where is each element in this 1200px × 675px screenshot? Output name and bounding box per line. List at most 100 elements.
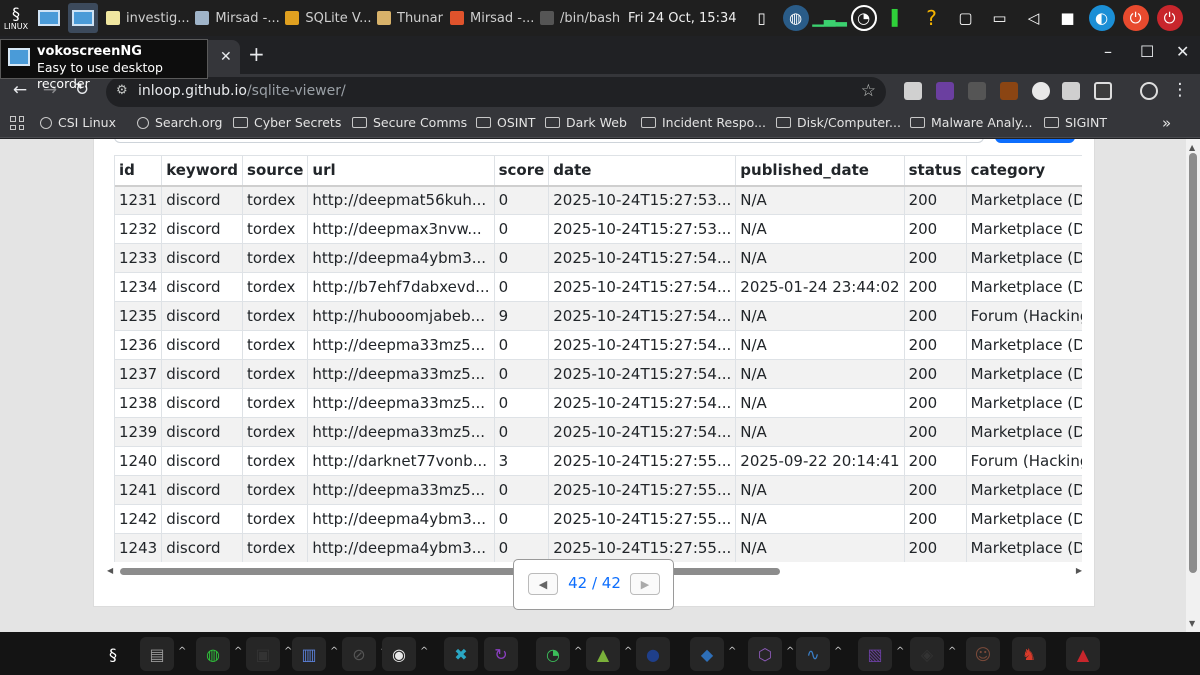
- table-row[interactable]: 1237 discord tordex http://deepma33mz5... 0 2…: [115, 359, 1082, 389]
- bookmark-item[interactable]: OSINT: [476, 115, 535, 130]
- expand-caret-icon[interactable]: ^: [178, 646, 186, 657]
- results-table-container[interactable]: id keyword source url score date published_dat…: [114, 155, 1082, 562]
- hex-editor-icon[interactable]: ▧: [858, 637, 892, 671]
- expand-caret-icon[interactable]: ^: [728, 646, 736, 657]
- bookmark-item[interactable]: Search.org: [137, 115, 222, 130]
- taskbar-window[interactable]: Mirsad -...: [189, 2, 279, 34]
- expand-caret-icon[interactable]: ^: [896, 646, 904, 657]
- table-row[interactable]: 1234 discord tordex http://b7ehf7dabxevd...…: [115, 272, 1082, 302]
- new-tab-icon[interactable]: +: [248, 42, 265, 66]
- close-icon[interactable]: ✕: [220, 49, 232, 65]
- bookmark-item[interactable]: Incident Respo...: [641, 115, 766, 130]
- column-header[interactable]: url: [307, 155, 495, 187]
- dragon-icon[interactable]: ♞: [1012, 637, 1046, 671]
- hunter-extension-icon[interactable]: [1000, 82, 1018, 100]
- back-icon[interactable]: ←: [8, 80, 32, 100]
- expand-caret-icon[interactable]: ^: [786, 646, 794, 657]
- profile-icon[interactable]: [1140, 82, 1158, 100]
- avatar-icon[interactable]: ☺: [966, 637, 1000, 671]
- table-row[interactable]: 1242 discord tordex http://deepma4ybm3... 0 2…: [115, 504, 1082, 534]
- column-header[interactable]: date: [548, 155, 737, 187]
- text-editor-icon[interactable]: ▥: [292, 637, 326, 671]
- table-row[interactable]: 1239 discord tordex http://deepma33mz5... 0 2…: [115, 417, 1082, 447]
- scroll-right-icon[interactable]: ▶: [1076, 566, 1082, 575]
- column-header[interactable]: keyword: [161, 155, 244, 187]
- calculator-extension-icon[interactable]: [1062, 82, 1080, 100]
- screen-recorder-launcher[interactable]: [68, 3, 98, 33]
- graduation-cap-icon[interactable]: ▲: [1066, 637, 1100, 671]
- menu-kebab-icon[interactable]: ⋮: [1168, 80, 1192, 100]
- bookmark-item[interactable]: SIGINT: [1044, 115, 1107, 130]
- table-row[interactable]: 1233 discord tordex http://deepma4ybm3... 0 2…: [115, 243, 1082, 273]
- clock[interactable]: Fri 24 Oct, 15:34: [620, 11, 745, 26]
- taskbar-window[interactable]: /bin/bash: [534, 2, 620, 34]
- maltego-icon[interactable]: ⬡: [748, 637, 782, 671]
- close-window-icon[interactable]: ✕: [1176, 42, 1189, 61]
- show-desktop-launcher[interactable]: [34, 3, 64, 33]
- sync-icon[interactable]: ↻: [484, 637, 518, 671]
- bookmark-item[interactable]: Malware Analy...: [910, 115, 1032, 130]
- column-header[interactable]: score: [494, 155, 550, 187]
- scroll-up-icon[interactable]: ▲: [1189, 143, 1195, 152]
- terminal-icon[interactable]: ▣: [246, 637, 280, 671]
- column-header[interactable]: source: [242, 155, 309, 187]
- volume-icon[interactable]: ◁: [1021, 5, 1047, 31]
- expand-caret-icon[interactable]: ^: [330, 646, 338, 657]
- query-input[interactable]: [114, 139, 984, 143]
- table-row[interactable]: 1240 discord tordex http://darknet77vonb...…: [115, 446, 1082, 476]
- expand-caret-icon[interactable]: ^: [574, 646, 582, 657]
- scroll-down-icon[interactable]: ▼: [1189, 619, 1195, 628]
- chat-icon[interactable]: ▢: [953, 5, 979, 31]
- speedometer-icon[interactable]: ◔: [850, 5, 877, 31]
- graph-icon[interactable]: ∿: [796, 637, 830, 671]
- night-mode-icon[interactable]: ◐: [1088, 5, 1115, 31]
- bookmark-item[interactable]: CSI Linux: [40, 115, 116, 130]
- bookmark-item[interactable]: Cyber Secrets: [233, 115, 341, 130]
- block-extension-icon[interactable]: [1032, 82, 1050, 100]
- bookmark-item[interactable]: Dark Web: [545, 115, 627, 130]
- minimize-icon[interactable]: –: [1104, 42, 1112, 61]
- extensions-puzzle-icon[interactable]: [1094, 82, 1112, 100]
- agent-icon[interactable]: ◈: [910, 637, 944, 671]
- table-row[interactable]: 1231 discord tordex http://deepmat56kuh... 0…: [115, 185, 1082, 215]
- column-header[interactable]: category: [966, 155, 1082, 187]
- android-icon[interactable]: ▲: [586, 637, 620, 671]
- table-row[interactable]: 1238 discord tordex http://deepma33mz5... 0 2…: [115, 388, 1082, 418]
- more-bookmarks-icon[interactable]: »: [1162, 114, 1171, 132]
- table-row[interactable]: 1241 discord tordex http://deepma33mz5... 0 2…: [115, 475, 1082, 505]
- bookmark-item[interactable]: Disk/Computer...: [776, 115, 901, 130]
- wireshark-shark-icon[interactable]: ◆: [690, 637, 724, 671]
- maximize-icon[interactable]: ☐: [1140, 42, 1154, 61]
- blocked-icon[interactable]: ⊘: [342, 637, 376, 671]
- drive-icon[interactable]: ▤: [140, 637, 174, 671]
- table-row[interactable]: 1232 discord tordex http://deepmax3nvw... 0 2…: [115, 214, 1082, 244]
- csi-linux-icon[interactable]: §: [96, 637, 130, 671]
- crossed-tool-icon[interactable]: ✖: [444, 637, 478, 671]
- chrome-icon[interactable]: ◉: [382, 637, 416, 671]
- circles-icon[interactable]: ●: [636, 637, 670, 671]
- distro-logo[interactable]: § LINUX: [0, 0, 32, 36]
- pen-extension-icon[interactable]: [968, 82, 986, 100]
- network-globe-icon[interactable]: ◍: [196, 637, 230, 671]
- clipboard-icon[interactable]: ▯: [749, 5, 775, 31]
- table-row[interactable]: 1235 discord tordex http://hubooomjabeb... 9…: [115, 301, 1082, 331]
- taskbar-window[interactable]: investig...: [100, 2, 189, 34]
- pdf-extension-icon[interactable]: [904, 82, 922, 100]
- column-header[interactable]: id: [115, 155, 163, 187]
- taskbar-window[interactable]: SQLite V...: [279, 2, 371, 34]
- battery-icon[interactable]: ▭: [987, 5, 1013, 31]
- scroll-left-icon[interactable]: ◀: [107, 566, 113, 575]
- search-extension-icon[interactable]: [936, 82, 954, 100]
- expand-caret-icon[interactable]: ^: [624, 646, 632, 657]
- expand-caret-icon[interactable]: ^: [234, 646, 242, 657]
- shutdown-icon[interactable]: ⏻: [1156, 5, 1183, 31]
- apps-grid-icon[interactable]: [10, 116, 24, 130]
- column-header[interactable]: published_date: [735, 155, 905, 187]
- address-bar[interactable]: ⚙ inloop.github.io/sqlite-viewer/ ☆: [106, 77, 886, 107]
- bookmark-star-icon[interactable]: ☆: [861, 81, 876, 101]
- cpu-graph-icon[interactable]: ▁▃▂: [812, 5, 847, 31]
- clock-icon[interactable]: ◔: [536, 637, 570, 671]
- lock-icon[interactable]: ■: [1055, 5, 1081, 31]
- vertical-scrollbar-thumb[interactable]: [1189, 153, 1197, 573]
- network-activity-icon[interactable]: ▌: [885, 5, 911, 31]
